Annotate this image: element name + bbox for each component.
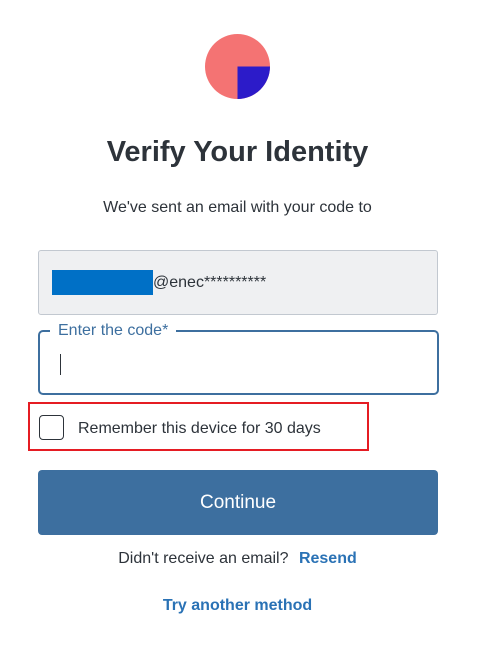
code-input-label: Enter the code* [50,321,177,341]
remember-device-label[interactable]: Remember this device for 30 days [78,419,321,439]
remember-device-checkbox[interactable] [39,415,64,440]
resend-link[interactable]: Resend [299,550,357,567]
try-another-method-link[interactable]: Try another method [0,596,475,616]
remember-device-highlight: Remember this device for 30 days [28,402,369,451]
masked-email-text: @enec********** [153,273,267,291]
masked-email-display: @enec********** [38,250,438,315]
text-cursor [60,354,61,375]
resend-row: Didn't receive an email? Resend [0,549,475,569]
page-title: Verify Your Identity [106,136,369,168]
verify-identity-page: Verify Your Identity We've sent an email… [0,0,481,650]
redacted-text [52,270,153,295]
brand-logo [205,34,270,99]
resend-prompt: Didn't receive an email? [118,550,289,567]
continue-button[interactable]: Continue [38,470,438,535]
code-input-field[interactable]: Enter the code* [38,321,439,395]
page-subtitle: We've sent an email with your code to [103,199,372,216]
